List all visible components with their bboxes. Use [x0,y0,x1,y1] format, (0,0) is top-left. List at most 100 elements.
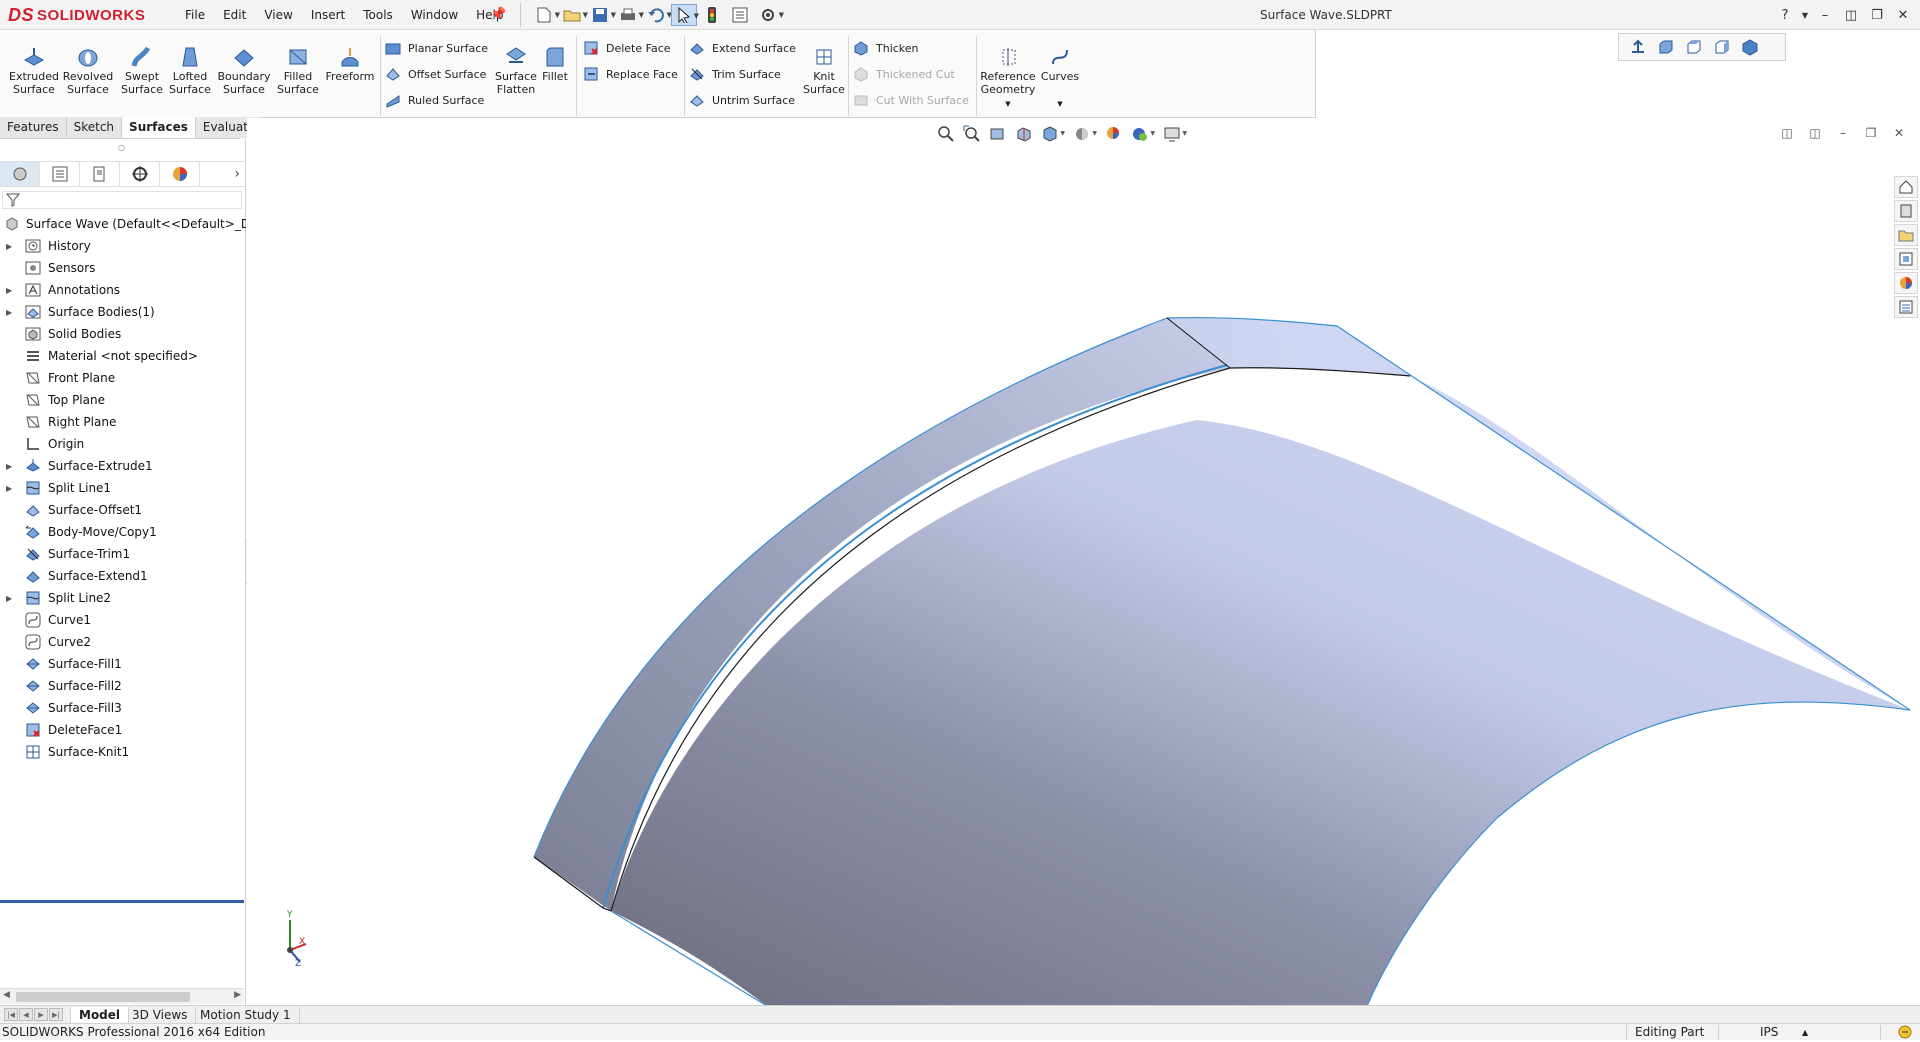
help-icon[interactable]: ? [1774,4,1796,26]
tree-item-split-line1[interactable]: ▶ Split Line1 [0,477,246,499]
last-tab-icon[interactable]: ▶| [49,1008,63,1021]
file-explorer-icon[interactable] [1894,224,1918,246]
print-button[interactable]: ▼ [615,4,644,26]
custom-properties-icon[interactable] [1894,296,1918,318]
swept-surface-button[interactable]: Swept Surface [116,44,168,114]
edit-appearance-icon[interactable]: ▼ [1129,124,1155,144]
close-document-button[interactable]: ✕ [1890,124,1908,142]
configurationmanager-tab-icon[interactable] [80,162,120,186]
knit-surface-button[interactable]: Knit Surface [798,44,850,114]
hide-show-items-icon[interactable] [1103,124,1125,144]
ruled-surface-button[interactable]: Ruled Surface [384,90,484,110]
view-settings-icon[interactable]: ▼ [1161,124,1187,144]
graphics-area[interactable]: ▼ ▼ ▼ ▼ ◫ ◫ – ❐ ✕ Y X Z [247,118,1920,1006]
tree-item-surface-bodies-1[interactable]: ▶ Surface Bodies(1) [0,301,246,323]
rollback-bar[interactable] [0,900,244,903]
normal-to-icon[interactable] [1627,36,1649,58]
close-button[interactable]: ✕ [1892,4,1914,26]
delete-face-button[interactable]: Delete Face [582,38,671,58]
tree-item-surface-fill1[interactable]: Surface-Fill1 [0,653,246,675]
scroll-left-icon[interactable]: ◀ [3,990,10,1000]
propertymanager-tab-icon[interactable] [40,162,80,186]
tab-features[interactable]: Features [0,117,67,138]
expand-chevron-icon[interactable]: ▶ [6,308,16,317]
view-top-icon[interactable] [1683,36,1705,58]
expand-chevron-icon[interactable]: ▶ [6,462,16,471]
menu-tools[interactable]: Tools [354,6,402,24]
tree-item-surface-trim1[interactable]: Surface-Trim1 [0,543,246,565]
minimize-button[interactable]: – [1814,4,1836,26]
feature-tree-filter[interactable] [2,191,242,209]
select-button[interactable]: ▼ [671,4,699,26]
menu-window[interactable]: Window [402,6,467,24]
solidworks-resources-icon[interactable] [1894,176,1918,198]
tree-item-surface-fill2[interactable]: Surface-Fill2 [0,675,246,697]
zoom-to-area-icon[interactable] [961,124,983,144]
restore-document-button[interactable]: ❐ [1862,124,1880,142]
open-button[interactable]: ▼ [559,4,588,26]
tab-sketch[interactable]: Sketch [66,117,123,138]
thicken-button[interactable]: Thicken [852,38,919,58]
curves-button[interactable]: Curves ▼ [1036,44,1084,114]
pin-menu-icon[interactable]: 📌 [490,7,506,22]
revolved-surface-button[interactable]: Revolved Surface [62,44,114,114]
boundary-surface-button[interactable]: Boundary Surface [218,44,271,114]
menu-view[interactable]: View [255,6,301,24]
view-orientation-icon[interactable]: ▼ [1039,124,1065,144]
untrim-surface-button[interactable]: Untrim Surface [688,90,795,110]
tab-surfaces[interactable]: Surfaces [122,117,196,138]
first-tab-icon[interactable]: |◀ [4,1008,18,1021]
minimize-document-button[interactable]: – [1834,124,1852,142]
solidworks-logo[interactable]: DS SOLIDWORKS [8,3,156,27]
view-palette-icon[interactable] [1894,248,1918,270]
tree-item-annotations[interactable]: ▶ Annotations [0,279,246,301]
tree-item-front-plane[interactable]: Front Plane [0,367,246,389]
unit-system[interactable]: IPS [1760,1025,1778,1039]
panel-grip-icon[interactable]: ○ [118,143,125,152]
expand-chevron-icon[interactable]: ▶ [6,484,16,493]
replace-face-button[interactable]: Replace Face [582,64,678,84]
previous-tab-icon[interactable]: ◀ [19,1008,33,1021]
reference-geometry-button[interactable]: Reference Geometry ▼ [980,44,1036,114]
rebuild-status-icon[interactable] [1898,1025,1912,1042]
units-dropdown-icon[interactable]: ▲ [1802,1028,1808,1037]
appearances-icon[interactable] [1894,272,1918,294]
split-view-left-icon[interactable]: ◫ [1778,124,1796,142]
lofted-surface-button[interactable]: Lofted Surface [164,44,216,114]
new-document-button[interactable]: ▼ [531,4,560,26]
extruded-surface-button[interactable]: Extruded Surface [8,44,60,114]
undo-button[interactable]: ▼ [643,4,672,26]
chevron-right-icon[interactable]: › [234,166,240,182]
tree-item-curve1[interactable]: Curve1 [0,609,246,631]
section-view-icon[interactable] [1013,124,1035,144]
tree-item-right-plane[interactable]: Right Plane [0,411,246,433]
tree-item-split-line2[interactable]: ▶ Split Line2 [0,587,246,609]
scroll-right-icon[interactable]: ▶ [234,990,241,1000]
tree-item-solid-bodies[interactable]: Solid Bodies [0,323,246,345]
zoom-to-fit-icon[interactable] [935,124,957,144]
surface-model[interactable] [247,118,1920,1006]
tree-item-curve2[interactable]: Curve2 [0,631,246,653]
extend-surface-button[interactable]: Extend Surface [688,38,796,58]
tree-item-top-plane[interactable]: Top Plane [0,389,246,411]
design-library-icon[interactable] [1894,200,1918,222]
displaymanager-tab-icon[interactable] [160,162,200,186]
tree-item-material-not-specified[interactable]: Material <not specified> [0,345,246,367]
tree-item-origin[interactable]: Origin [0,433,246,455]
restore-button[interactable]: ❐ [1866,4,1888,26]
cut-with-surface-button[interactable]: Cut With Surface [852,90,969,110]
expand-chevron-icon[interactable]: ▶ [6,242,16,251]
tree-item-surface-offset1[interactable]: Surface-Offset1 [0,499,246,521]
tree-item-body-move-copy1[interactable]: Body-Move/Copy1 [0,521,246,543]
view-front-icon[interactable] [1655,36,1677,58]
expand-chevron-icon[interactable]: ▶ [6,286,16,295]
options-gear-icon[interactable]: ▼ [755,4,784,26]
tree-item-deleteface1[interactable]: DeleteFace1 [0,719,246,741]
menu-edit[interactable]: Edit [214,6,255,24]
reference-geometry-dropdown-icon[interactable]: ▼ [1005,100,1010,108]
menu-file[interactable]: File [176,6,214,24]
menu-insert[interactable]: Insert [302,6,354,24]
offset-surface-button[interactable]: Offset Surface [384,64,486,84]
tree-root-part[interactable]: Surface Wave (Default<<Default>_Displa [0,213,246,235]
dimxpertmanager-tab-icon[interactable] [120,162,160,186]
